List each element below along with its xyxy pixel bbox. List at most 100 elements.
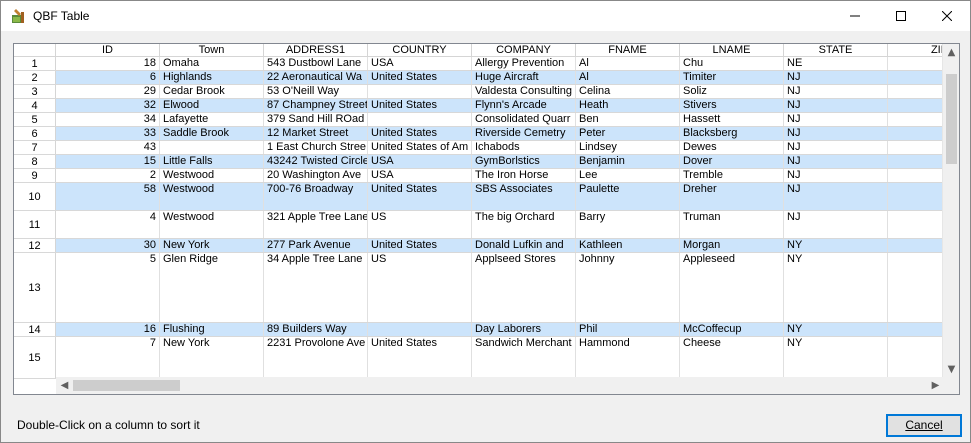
table-cell[interactable]: Flynn's Arcade [472,99,576,112]
table-row[interactable]: 3 29 Cedar Brook 53 O'Neill Way Valdesta Con… [14,85,959,99]
table-row[interactable]: 13 5 Glen Ridge 34 Apple Tree Lane US Applsee… [14,253,959,323]
table-cell[interactable]: 379 Sand Hill ROad [264,113,368,126]
table-cell[interactable]: United States [368,239,472,252]
table-cell[interactable]: NJ [784,183,888,210]
table-cell[interactable]: Day Laborers [472,323,576,336]
table-cell[interactable]: New York [160,239,264,252]
vertical-scroll-thumb[interactable] [946,74,957,164]
table-cell[interactable]: Elwood [160,99,264,112]
table-cell[interactable]: USA [368,169,472,182]
table-cell[interactable]: 53 O'Neill Way [264,85,368,98]
table-cell[interactable]: 32 [56,99,160,112]
table-row[interactable]: 1 18 Omaha 543 Dustbowl Lane USA Allergy Prev… [14,57,959,71]
table-cell[interactable]: The Iron Horse [472,169,576,182]
table-cell[interactable]: 43 [56,141,160,154]
table-cell[interactable]: Flushing [160,323,264,336]
table-cell[interactable]: Peter [576,127,680,140]
row-header[interactable]: 6 [14,127,56,140]
table-cell[interactable]: Hassett [680,113,784,126]
table-row[interactable]: 12 30 New York 277 Park Avenue United States… [14,239,959,253]
table-cell[interactable]: Glen Ridge [160,253,264,322]
table-cell[interactable]: 58 [56,183,160,210]
table-row[interactable]: 7 43 1 East Church Stree United States of A… [14,141,959,155]
table-cell[interactable]: Riverside Cemetry [472,127,576,140]
table-cell[interactable]: Blacksberg [680,127,784,140]
table-cell[interactable]: United States [368,127,472,140]
table-cell[interactable]: 4 [56,211,160,238]
table-cell[interactable]: 2231 Provolone Ave [264,337,368,378]
table-cell[interactable]: Tremble [680,169,784,182]
table-cell[interactable]: Barry [576,211,680,238]
column-header-address1[interactable]: ADDRESS1 [264,44,368,57]
table-cell[interactable]: NY [784,253,888,322]
table-cell[interactable]: Huge Aircraft [472,71,576,84]
table-cell[interactable]: Al [576,71,680,84]
table-cell[interactable]: 30 [56,239,160,252]
table-cell[interactable]: 1 East Church Stree [264,141,368,154]
table-cell[interactable]: NJ [784,71,888,84]
table-row[interactable]: 2 6 Highlands 22 Aeronautical Wa United Stat… [14,71,959,85]
row-header[interactable]: 7 [14,141,56,154]
column-header-fname[interactable]: FNAME [576,44,680,57]
row-header[interactable]: 9 [14,169,56,182]
table-cell[interactable]: 7 [56,337,160,378]
table-cell[interactable]: Morgan [680,239,784,252]
table-cell[interactable]: Westwood [160,211,264,238]
table-cell[interactable]: NJ [784,113,888,126]
row-header[interactable]: 15 [14,337,56,378]
table-row[interactable]: 9 2 Westwood 20 Washington Ave USA The Iron H… [14,169,959,183]
close-button[interactable] [924,1,970,31]
table-cell[interactable]: Hammond [576,337,680,378]
vertical-scrollbar[interactable]: ▲ ▼ [942,44,959,378]
table-cell[interactable]: Appleseed [680,253,784,322]
table-cell[interactable]: NJ [784,155,888,168]
table-cell[interactable]: NJ [784,99,888,112]
table-cell[interactable]: 15 [56,155,160,168]
table-cell[interactable]: The big Orchard [472,211,576,238]
table-cell[interactable] [160,141,264,154]
table-cell[interactable]: 20 Washington Ave [264,169,368,182]
cancel-button[interactable]: Cancel [886,414,962,437]
table-row[interactable]: 14 16 Flushing 89 Builders Way Day Laborers P… [14,323,959,337]
table-cell[interactable]: 87 Champney Street [264,99,368,112]
table-cell[interactable]: Lindsey [576,141,680,154]
table-cell[interactable]: Celina [576,85,680,98]
table-cell[interactable]: 12 Market Street [264,127,368,140]
table-cell[interactable]: Cedar Brook [160,85,264,98]
table-cell[interactable]: 277 Park Avenue [264,239,368,252]
table-cell[interactable]: Applseed Stores [472,253,576,322]
table-cell[interactable]: GymBorlstics [472,155,576,168]
table-cell[interactable] [368,323,472,336]
table-cell[interactable]: 700-76 Broadway [264,183,368,210]
table-row[interactable]: 15 7 New York 2231 Provolone Ave United Stat… [14,337,959,379]
table-row[interactable]: 4 32 Elwood 87 Champney Street United States… [14,99,959,113]
table-row[interactable]: 11 4 Westwood 321 Apple Tree Lane US The big … [14,211,959,239]
column-header-lname[interactable]: LNAME [680,44,784,57]
table-cell[interactable]: 6 [56,71,160,84]
table-cell[interactable]: 22 Aeronautical Wa [264,71,368,84]
table-cell[interactable]: New York [160,337,264,378]
table-cell[interactable]: Truman [680,211,784,238]
table-cell[interactable]: NJ [784,169,888,182]
row-header[interactable]: 8 [14,155,56,168]
table-cell[interactable]: 34 Apple Tree Lane [264,253,368,322]
table-cell[interactable]: Westwood [160,169,264,182]
table-cell[interactable]: NJ [784,211,888,238]
column-header-id[interactable]: ID [56,44,160,57]
table-cell[interactable]: USA [368,155,472,168]
maximize-button[interactable] [878,1,924,31]
table-cell[interactable]: Little Falls [160,155,264,168]
row-header[interactable]: 3 [14,85,56,98]
scroll-left-arrow-icon[interactable]: ◀ [56,377,73,394]
table-cell[interactable]: Saddle Brook [160,127,264,140]
row-header[interactable]: 5 [14,113,56,126]
table-cell[interactable] [368,113,472,126]
table-cell[interactable]: United States [368,99,472,112]
table-cell[interactable]: Ben [576,113,680,126]
table-cell[interactable]: Dover [680,155,784,168]
scroll-up-arrow-icon[interactable]: ▲ [943,44,959,61]
table-cell[interactable]: 43242 Twisted Circle [264,155,368,168]
table-row[interactable]: 8 15 Little Falls 43242 Twisted Circle USA Gy… [14,155,959,169]
column-header-town[interactable]: Town [160,44,264,57]
table-cell[interactable]: McCoffecup [680,323,784,336]
